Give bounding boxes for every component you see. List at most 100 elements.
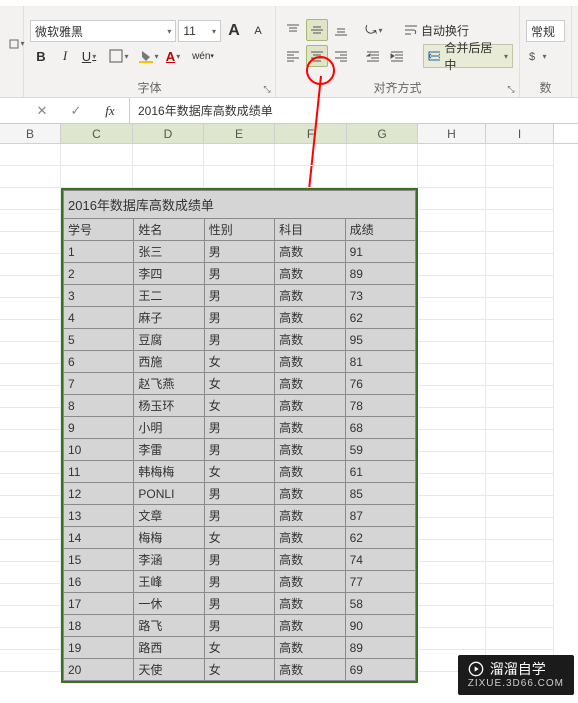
cell[interactable] (275, 166, 347, 188)
cell[interactable] (0, 320, 61, 342)
table-cell[interactable]: 韩梅梅 (134, 461, 204, 483)
cell[interactable] (486, 452, 554, 474)
table-cell[interactable]: 5 (64, 329, 134, 351)
table-cell[interactable]: 男 (204, 549, 274, 571)
col-header-D[interactable]: D (133, 124, 204, 143)
table-cell[interactable]: 高数 (275, 285, 345, 307)
confirm-edit-button[interactable]: ✓ (65, 100, 87, 122)
spreadsheet-grid[interactable]: 2016年数据库高数成绩单学号姓名性别科目成绩1张三男高数912李四男高数893… (0, 144, 578, 672)
cell[interactable] (418, 342, 486, 364)
number-format-select[interactable]: 常规 (526, 20, 565, 42)
cell[interactable] (0, 276, 61, 298)
cell[interactable] (0, 254, 61, 276)
table-cell[interactable]: 高数 (275, 307, 345, 329)
table-cell[interactable]: 12 (64, 483, 134, 505)
underline-button[interactable]: U▾ (78, 45, 100, 67)
col-header-B[interactable]: B (0, 124, 61, 143)
table-cell[interactable]: 90 (345, 615, 415, 637)
table-cell[interactable]: 李雷 (134, 439, 204, 461)
table-cell[interactable]: 89 (345, 263, 415, 285)
table-cell[interactable]: 李四 (134, 263, 204, 285)
table-cell[interactable]: 高数 (275, 373, 345, 395)
align-left-button[interactable] (282, 45, 304, 67)
table-cell[interactable]: 高数 (275, 527, 345, 549)
cell[interactable] (418, 320, 486, 342)
cell[interactable] (418, 474, 486, 496)
table-cell[interactable]: 13 (64, 505, 134, 527)
cell[interactable] (418, 518, 486, 540)
table-cell[interactable]: 91 (345, 241, 415, 263)
table-cell[interactable]: 高数 (275, 417, 345, 439)
table-cell[interactable]: 高数 (275, 637, 345, 659)
table-cell[interactable]: 男 (204, 615, 274, 637)
table-cell[interactable]: 15 (64, 549, 134, 571)
table-cell[interactable]: 61 (345, 461, 415, 483)
cell[interactable] (418, 562, 486, 584)
table-cell[interactable]: 一休 (134, 593, 204, 615)
table-cell[interactable]: 男 (204, 439, 274, 461)
table-cell[interactable]: 58 (345, 593, 415, 615)
table-cell[interactable]: 19 (64, 637, 134, 659)
table-cell[interactable]: 高数 (275, 483, 345, 505)
font-name-select[interactable]: 微软雅黑▾ (30, 20, 176, 42)
cell[interactable] (0, 606, 61, 628)
table-cell[interactable]: 天使 (134, 659, 204, 681)
cell[interactable] (418, 540, 486, 562)
col-header-E[interactable]: E (204, 124, 275, 143)
table-cell[interactable]: 女 (204, 351, 274, 373)
cell[interactable] (486, 188, 554, 210)
cell[interactable] (486, 562, 554, 584)
cell[interactable] (204, 144, 275, 166)
cell[interactable] (0, 562, 61, 584)
cell[interactable] (0, 364, 61, 386)
table-cell[interactable]: 17 (64, 593, 134, 615)
table-cell[interactable]: 1 (64, 241, 134, 263)
align-right-button[interactable] (330, 45, 352, 67)
font-color-button[interactable]: A▾ (162, 45, 184, 67)
table-cell[interactable]: 4 (64, 307, 134, 329)
table-cell[interactable]: 77 (345, 571, 415, 593)
table-cell[interactable]: 69 (345, 659, 415, 681)
italic-button[interactable]: I (54, 45, 76, 67)
table-cell[interactable]: 高数 (275, 549, 345, 571)
align-bottom-button[interactable] (330, 19, 352, 41)
table-cell[interactable]: 小明 (134, 417, 204, 439)
cell[interactable] (486, 474, 554, 496)
cell[interactable] (61, 166, 133, 188)
cell[interactable] (204, 166, 275, 188)
align-center-button[interactable] (306, 45, 328, 67)
table-row[interactable]: 7赵飞燕女高数76 (64, 373, 416, 395)
table-row[interactable]: 6西施女高数81 (64, 351, 416, 373)
border-button[interactable]: ▾ (108, 45, 130, 67)
cell[interactable] (61, 144, 133, 166)
table-cell[interactable]: 89 (345, 637, 415, 659)
cell[interactable] (486, 166, 554, 188)
increase-font-button[interactable]: A (223, 20, 245, 42)
table-cell[interactable]: 74 (345, 549, 415, 571)
cell[interactable] (418, 298, 486, 320)
table-row[interactable]: 3王二男高数73 (64, 285, 416, 307)
table-cell[interactable]: 王二 (134, 285, 204, 307)
cell[interactable] (0, 386, 61, 408)
table-cell[interactable]: 麻子 (134, 307, 204, 329)
align-middle-button[interactable] (306, 19, 328, 41)
table-cell[interactable]: 85 (345, 483, 415, 505)
cell[interactable] (0, 342, 61, 364)
cell[interactable] (418, 364, 486, 386)
table-cell[interactable]: 高数 (275, 395, 345, 417)
table-row[interactable]: 19路西女高数89 (64, 637, 416, 659)
table-cell[interactable]: 20 (64, 659, 134, 681)
cell[interactable] (0, 188, 61, 210)
table-row[interactable]: 1张三男高数91 (64, 241, 416, 263)
table-cell[interactable]: 男 (204, 241, 274, 263)
cell[interactable] (418, 188, 486, 210)
table-cell[interactable]: 高数 (275, 571, 345, 593)
cell[interactable] (0, 496, 61, 518)
table-cell[interactable]: 男 (204, 417, 274, 439)
cell[interactable] (0, 474, 61, 496)
selected-data-table[interactable]: 2016年数据库高数成绩单学号姓名性别科目成绩1张三男高数912李四男高数893… (61, 188, 418, 683)
cell[interactable] (486, 518, 554, 540)
table-cell[interactable]: 62 (345, 307, 415, 329)
font-size-select[interactable]: 11▾ (178, 20, 221, 42)
table-row[interactable]: 10李雷男高数59 (64, 439, 416, 461)
